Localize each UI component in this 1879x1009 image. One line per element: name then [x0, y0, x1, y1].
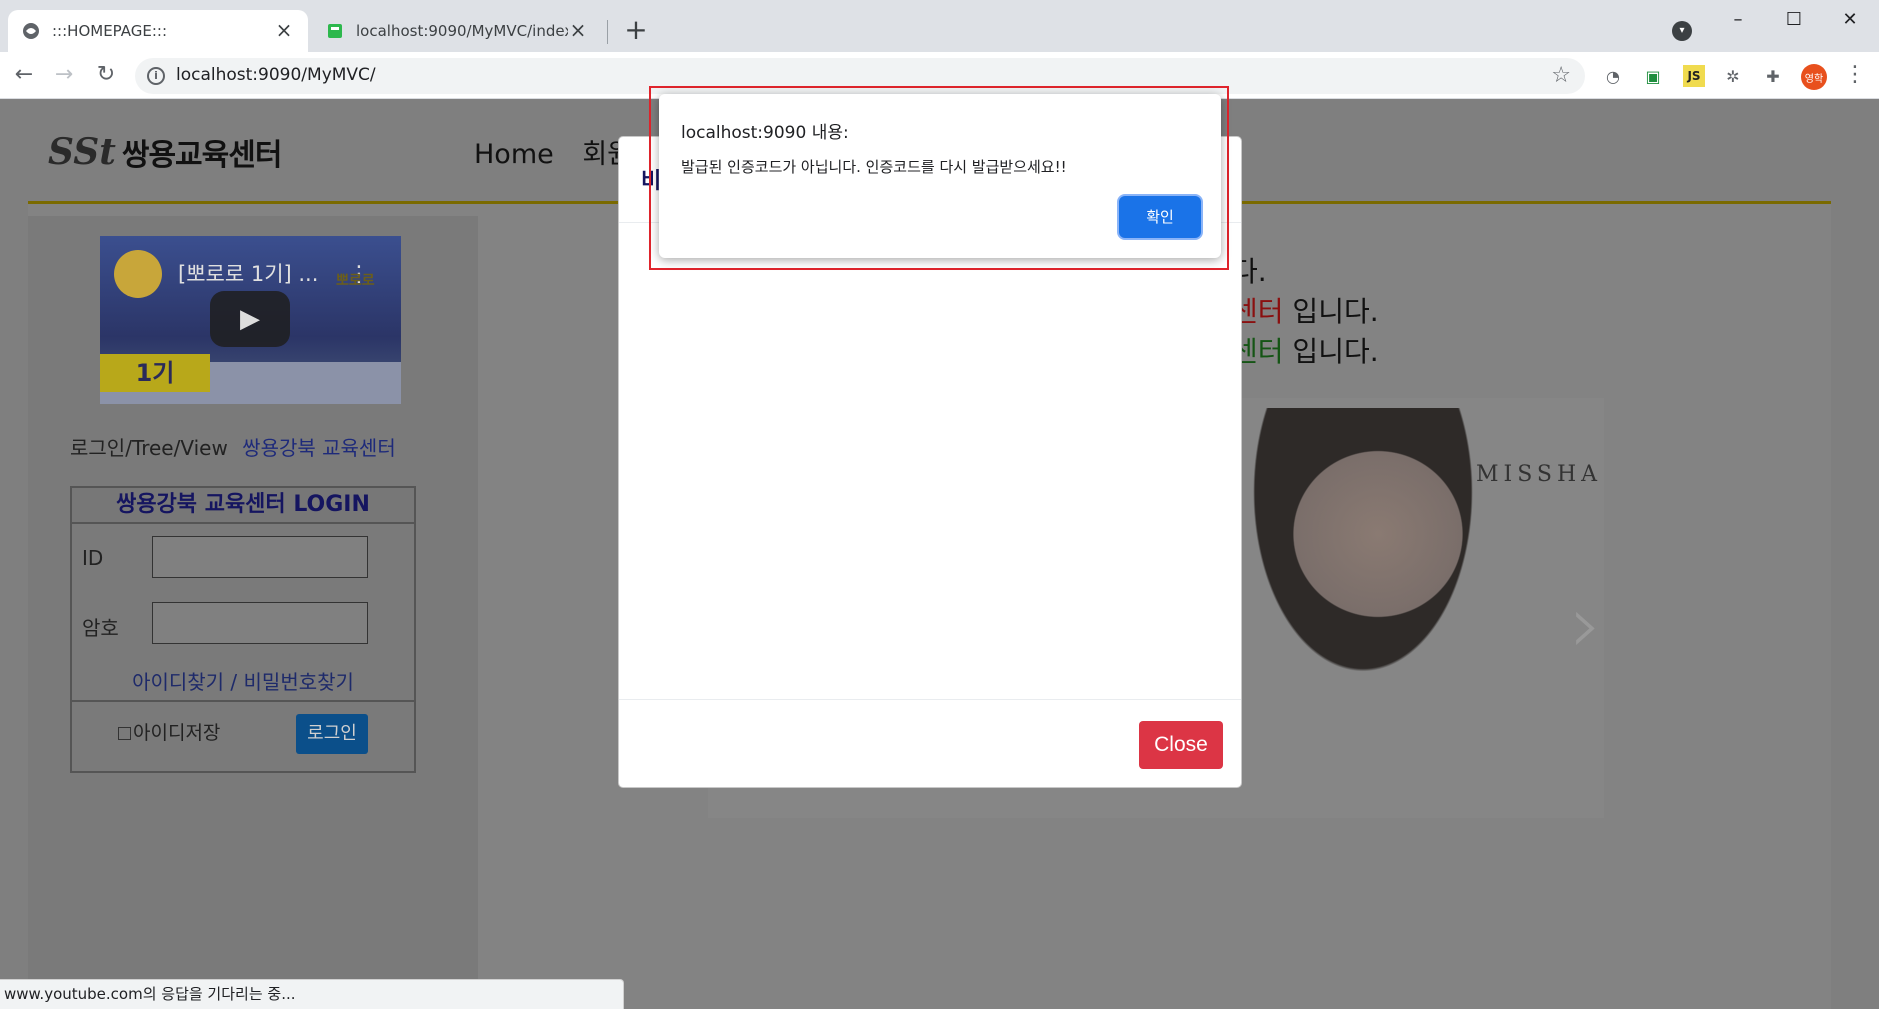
nav-home[interactable]: Home: [474, 139, 554, 170]
alert-dialog: localhost:9090 내용: 발급된 인증코드가 아닙니다. 인증코드를…: [659, 94, 1221, 258]
video-title: [뽀로로 1기] ...: [178, 262, 319, 286]
status-bubble: www.youtube.com의 응답을 기다리는 중...: [0, 979, 624, 1009]
tab-title: localhost:9090/MyMVC/index.up: [356, 22, 568, 40]
id-label: ID: [82, 546, 104, 570]
close-tab-icon[interactable]: ×: [274, 20, 294, 41]
extension-icon[interactable]: ▣: [1640, 63, 1666, 89]
divider: [72, 700, 414, 702]
logo-text: 쌍용교육센터: [121, 138, 283, 173]
page-icon: [326, 22, 344, 40]
sidebar: [뽀로로 1기] ... ⋮ ▶ 1기 뽀로로 로그인/Tree/View 쌍용…: [28, 216, 478, 1009]
profile-avatar[interactable]: 영학: [1801, 64, 1827, 90]
modal-footer-divider: [619, 699, 1241, 700]
forward-icon[interactable]: →: [50, 62, 78, 90]
side-links: 로그인/Tree/View 쌍용강북 교육센터: [70, 432, 396, 461]
password-label: 암호: [82, 616, 119, 640]
id-input[interactable]: [152, 536, 368, 578]
modal-close-button[interactable]: Close: [1139, 721, 1223, 769]
alert-message: 발급된 인증코드가 아닙니다. 인증코드를 다시 발급받으세요!!: [681, 158, 1067, 176]
site-logo[interactable]: SSt 쌍용교육센터: [48, 130, 283, 174]
alert-ok-button[interactable]: 확인: [1119, 196, 1201, 238]
video-badge: 1기: [100, 354, 210, 392]
maximize-button[interactable]: ☐: [1776, 6, 1812, 36]
content-text-3: 입니다.: [1283, 335, 1379, 368]
tab-strip: :::HOMEPAGE::: × localhost:9090/MyMVC/in…: [0, 0, 1879, 52]
carousel-next-icon[interactable]: ›: [1570, 578, 1602, 671]
info-icon[interactable]: i: [147, 67, 165, 85]
save-id-checkbox[interactable]: 아이디저장: [118, 718, 220, 745]
alert-title: localhost:9090 내용:: [681, 123, 849, 143]
tab-separator: [607, 20, 608, 44]
minimize-button[interactable]: –: [1720, 6, 1756, 36]
channel-avatar: [114, 250, 162, 298]
password-input[interactable]: [152, 602, 368, 644]
reload-icon[interactable]: ↻: [92, 62, 120, 90]
puzzle-extensions-icon[interactable]: ✚: [1760, 63, 1786, 89]
content-line-3: 센터 입니다.: [1232, 330, 1379, 370]
checkbox-icon[interactable]: [118, 727, 131, 740]
js-extension-icon[interactable]: JS: [1683, 65, 1705, 87]
video-corner-logo: 뽀로로: [336, 273, 375, 289]
close-tab-icon[interactable]: ×: [568, 20, 588, 41]
find-id-password-link[interactable]: 아이디찾기 / 비밀번호찾기: [72, 666, 414, 695]
logo-mark: SSt: [48, 131, 116, 173]
new-tab-button[interactable]: +: [622, 16, 650, 45]
close-window-button[interactable]: ✕: [1832, 6, 1868, 36]
back-icon[interactable]: ←: [10, 62, 38, 90]
url-text[interactable]: localhost:9090/MyMVC/: [176, 65, 376, 85]
tab-title: :::HOMEPAGE:::: [52, 22, 168, 40]
video-embed[interactable]: [뽀로로 1기] ... ⋮ ▶ 1기 뽀로로: [100, 236, 401, 404]
bug-extension-icon[interactable]: ✲: [1720, 63, 1746, 89]
login-title: 쌍용강북 교육센터 LOGIN: [72, 488, 414, 524]
login-box: 쌍용강북 교육센터 LOGIN ID 암호 아이디찾기 / 비밀번호찾기 아이디…: [70, 486, 416, 773]
extension-icon[interactable]: ◔: [1600, 63, 1626, 89]
save-id-label: 아이디저장: [133, 722, 221, 744]
tab-search-icon[interactable]: ▾: [1672, 21, 1692, 41]
tab-index[interactable]: localhost:9090/MyMVC/index.up ×: [312, 10, 602, 52]
content-line-2: 센터 입니다.: [1232, 290, 1379, 330]
globe-icon: [22, 22, 40, 40]
ad-brand: MISSHA: [1476, 462, 1603, 487]
bookmark-star-icon[interactable]: ☆: [1551, 63, 1571, 88]
play-icon[interactable]: ▶: [210, 291, 290, 347]
side-link-center[interactable]: 쌍용강북 교육센터: [242, 436, 396, 460]
login-button[interactable]: 로그인: [296, 714, 368, 754]
side-link-login-tree[interactable]: 로그인/Tree/View: [70, 436, 228, 460]
tab-homepage[interactable]: :::HOMEPAGE::: ×: [8, 10, 308, 52]
menu-dots-icon[interactable]: ⋮: [1844, 62, 1866, 87]
content-text-2: 입니다.: [1283, 295, 1379, 328]
